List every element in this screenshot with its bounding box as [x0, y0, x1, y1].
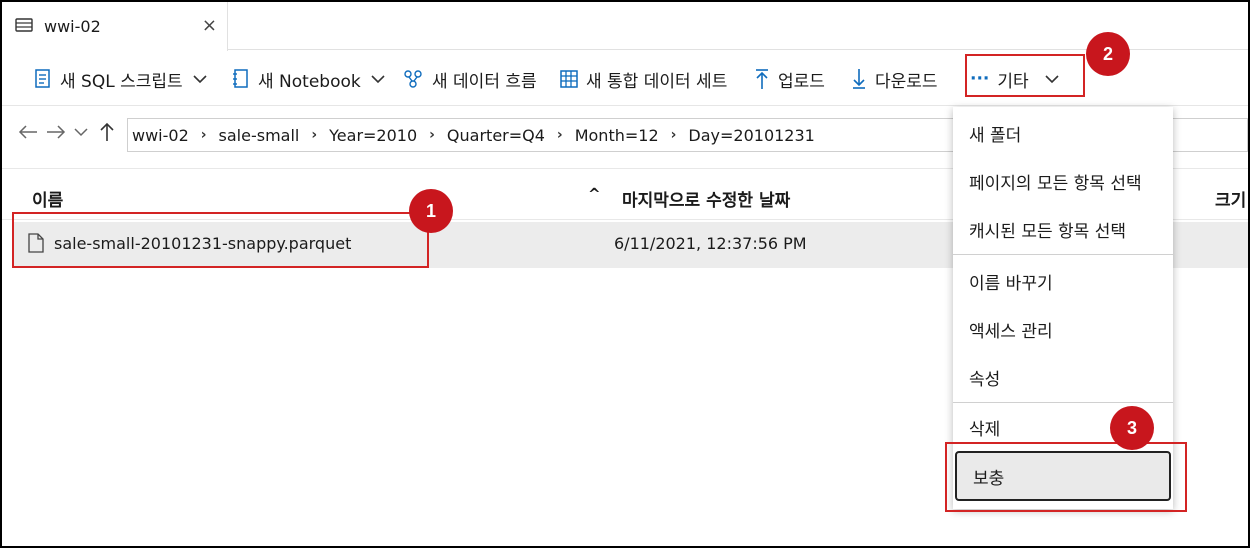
upload-button[interactable]: 업로드 [754, 66, 825, 92]
breadcrumb-separator-icon: › [429, 127, 435, 143]
tab-bar: wwi-02 × [2, 2, 1248, 51]
column-header-modified[interactable]: 마지막으로 수정한 날짜 [622, 186, 790, 211]
callout-badge-3: 3 [1110, 406, 1154, 450]
breadcrumb-item[interactable]: Year=2010 [329, 126, 417, 145]
menu-item-new-folder[interactable]: 새 폴더 [953, 109, 1173, 157]
breadcrumb-separator-icon: › [670, 127, 677, 143]
download-button[interactable]: 다운로드 [851, 66, 938, 92]
enrich-highlight-box [945, 442, 1187, 512]
file-highlight-box [12, 212, 429, 268]
back-arrow-icon[interactable] [18, 124, 38, 145]
tab-title: wwi-02 [44, 17, 101, 36]
chevron-down-icon [193, 74, 207, 84]
callout-badge-1: 1 [409, 189, 453, 233]
breadcrumb-item[interactable]: Day=20101231 [688, 126, 814, 145]
breadcrumb-item[interactable]: Quarter=Q4 [447, 126, 545, 145]
upload-icon [754, 68, 770, 90]
new-dataflow-label: 새 데이터 흐름 [432, 71, 537, 92]
menu-item-manage-access[interactable]: 액세스 관리 [953, 305, 1173, 353]
more-highlight-box [965, 54, 1085, 97]
callout-badge-2: 2 [1086, 32, 1130, 76]
breadcrumb-separator-icon: › [556, 127, 563, 143]
new-dataflow-button[interactable]: 새 데이터 흐름 [402, 66, 537, 92]
menu-item-select-cached[interactable]: 캐시된 모든 항목 선택 [953, 205, 1173, 253]
new-integration-dataset-button[interactable]: 새 통합 데이터 세트 [560, 66, 727, 92]
breadcrumb-item[interactable]: sale-small [219, 126, 300, 145]
notebook-icon [232, 69, 250, 89]
storage-icon [14, 16, 34, 38]
new-notebook-label: 새 Notebook [258, 71, 361, 92]
breadcrumb-separator-icon: › [311, 127, 318, 143]
dataset-grid-icon [560, 70, 578, 88]
menu-item-select-page[interactable]: 페이지의 모든 항목 선택 [953, 157, 1173, 205]
new-sql-script-label: 새 SQL 스크립트 [60, 71, 183, 92]
menu-item-rename[interactable]: 이름 바꾸기 [953, 257, 1173, 305]
breadcrumb-separator-icon: › [200, 127, 207, 143]
close-icon[interactable]: × [202, 15, 217, 36]
forward-arrow-icon[interactable] [46, 124, 66, 145]
menu-item-properties[interactable]: 속성 [953, 353, 1173, 401]
breadcrumb-item[interactable]: Month=12 [575, 126, 659, 145]
chevron-down-icon[interactable] [73, 124, 89, 145]
sort-ascending-icon[interactable]: ^ [588, 185, 601, 203]
new-sql-script-button[interactable]: 새 SQL 스크립트 [34, 66, 207, 92]
file-modified-date: 6/11/2021, 12:37:56 PM [614, 234, 807, 253]
menu-divider [953, 254, 1173, 255]
chevron-down-icon [371, 74, 385, 84]
upload-label: 업로드 [778, 71, 825, 92]
tab-wwi-02[interactable]: wwi-02 × [2, 2, 228, 51]
download-label: 다운로드 [875, 71, 938, 92]
new-notebook-button[interactable]: 새 Notebook [232, 66, 385, 92]
dataflow-icon [402, 69, 424, 89]
sql-script-icon [34, 69, 52, 89]
column-header-size[interactable]: 크기 [1215, 186, 1246, 211]
up-arrow-icon[interactable] [99, 122, 115, 147]
breadcrumb-item[interactable]: wwi-02 [132, 126, 189, 145]
new-integration-dataset-label: 새 통합 데이터 세트 [586, 71, 728, 92]
column-header-name[interactable]: 이름 [32, 186, 63, 211]
download-icon [851, 68, 867, 90]
